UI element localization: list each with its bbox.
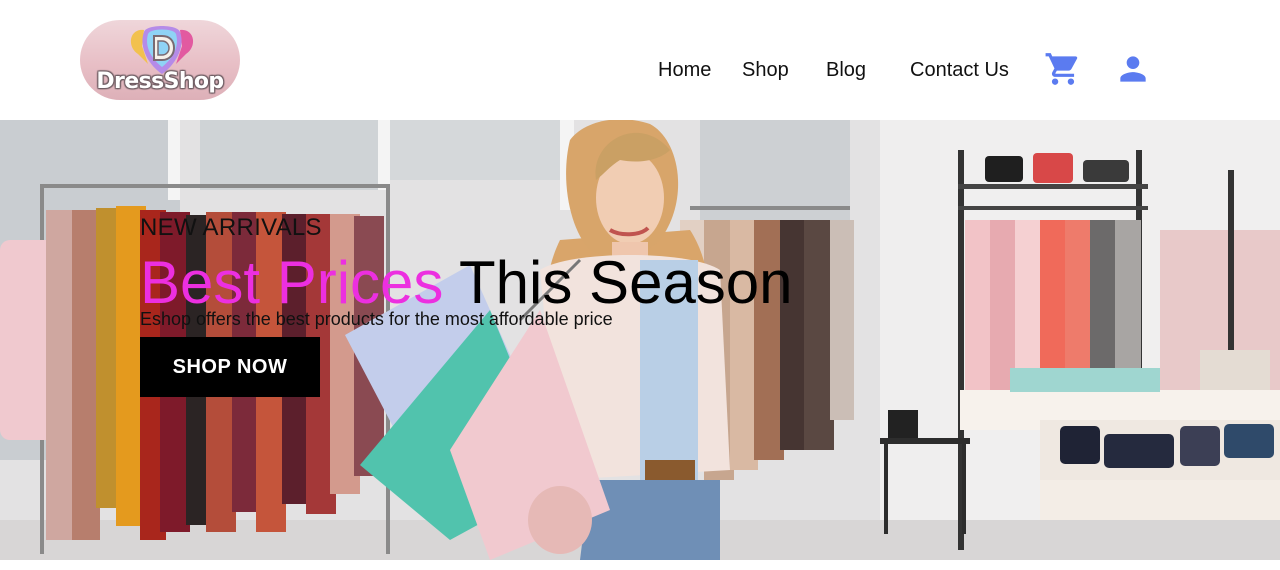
nav-shop-link[interactable]: Shop [742, 58, 789, 82]
hero-headline-highlight: Best Prices [140, 249, 444, 316]
logo-text: DressShop [96, 69, 224, 94]
dressshop-logo[interactable]: D DressShop [80, 20, 240, 100]
shopping-cart-icon [1045, 53, 1078, 85]
nav-blog-link[interactable]: Blog [826, 58, 866, 82]
hero-headline-rest: This Season [459, 249, 793, 316]
site-header: D DressShop Home Shop Blog Contact Us [0, 0, 1280, 120]
hero-banner: NEW ARRIVALS Best Prices This Season Esh… [0, 120, 1280, 560]
user-account-icon [1120, 56, 1146, 82]
shop-now-button[interactable]: SHOP NOW [140, 337, 320, 397]
hero-headline: Best Prices This Season [140, 250, 793, 316]
nav-contact-link[interactable]: Contact Us [910, 58, 1009, 82]
nav-home-link[interactable]: Home [658, 58, 711, 82]
cart-button[interactable] [1044, 50, 1082, 88]
hero-subtitle: Eshop offers the best products for the m… [140, 309, 613, 329]
user-account-button[interactable] [1114, 50, 1152, 88]
hero-eyebrow: NEW ARRIVALS [140, 214, 322, 241]
